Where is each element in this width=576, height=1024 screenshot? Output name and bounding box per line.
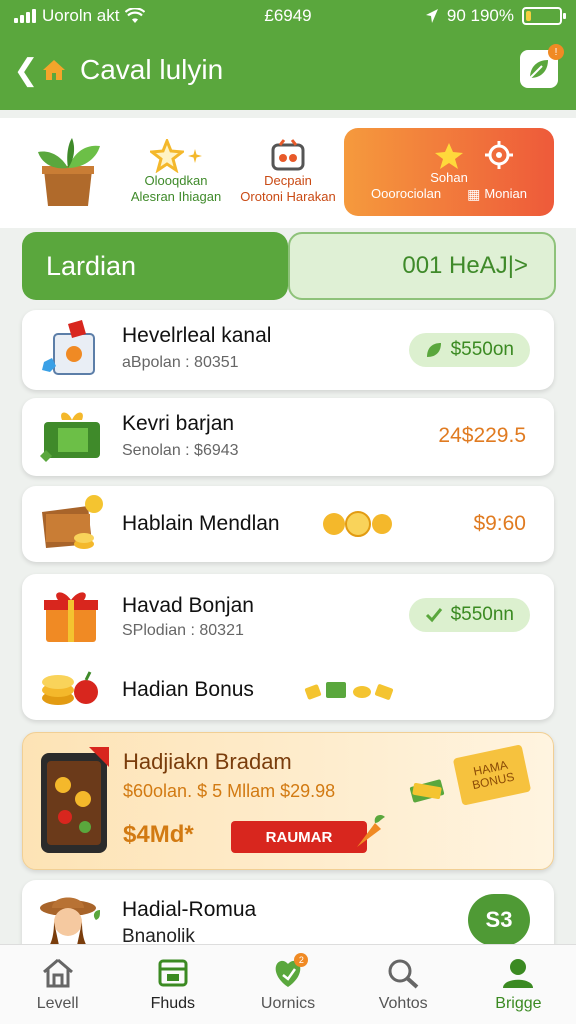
wifi-icon <box>125 8 146 23</box>
item-name-secondary: Hadian Bonus <box>122 678 254 701</box>
notification-dot: ! <box>548 44 564 60</box>
segment-control: Lardian 001 HeAJ|> <box>22 232 556 300</box>
back-button[interactable]: ❮ <box>0 44 80 96</box>
bonus-ticket: HAMA BONUS <box>452 744 532 806</box>
promo-title: Hadjiakn Bradam <box>123 749 292 774</box>
promo-button[interactable]: RAUMAR <box>231 821 367 853</box>
tab-label: Vohtos <box>378 994 428 1012</box>
list-item[interactable]: Havad Bonjan SPlodian : 80321 $550nn Had… <box>22 574 554 720</box>
tab-label: Uornics <box>260 994 316 1012</box>
home-icon <box>42 958 73 987</box>
gift-box-icon <box>38 320 104 380</box>
category-stars[interactable]: Olooqdkan Alesran Ihiagan <box>122 128 230 216</box>
category-stars-line1: Olooqdkan <box>144 173 208 188</box>
item-amount-pill[interactable]: $550nn <box>408 598 530 632</box>
segment-left[interactable]: Lardian <box>22 232 288 300</box>
store-icon <box>158 959 188 986</box>
status-bar: Uoroln akt £6949 90 190% <box>14 6 566 26</box>
cash-icon <box>409 779 445 803</box>
star-icon <box>150 139 184 173</box>
tab-label: Levell <box>36 994 79 1012</box>
category-featured-line1: Sohan <box>430 170 468 185</box>
bonus-tokens-icon <box>304 678 396 704</box>
category-featured[interactable]: Sohan Ooorociolan ▦ Monian <box>344 128 554 216</box>
target-icon <box>485 141 513 169</box>
category-strip: Olooqdkan Alesran Ihiagan Decpain Oroton… <box>0 118 576 228</box>
promo-price: $4Md* <box>123 821 194 848</box>
search-icon <box>388 959 419 988</box>
tab-label: Fhuds <box>150 994 196 1012</box>
segment-right[interactable]: 001 HeAJ|> <box>288 232 556 300</box>
coins-apple-icon <box>38 668 104 708</box>
list-item[interactable]: Hevelrleal kanal aBpolan : 80351 $550on <box>22 310 554 390</box>
item-amount-pill[interactable]: $550on <box>408 333 530 367</box>
item-name: Hablain Mendlan <box>122 512 280 535</box>
item-name: Kevri barjan <box>122 412 235 435</box>
item-name: Hadial-Romua <box>122 898 257 921</box>
leaf-icon <box>529 60 548 79</box>
chevron-left-icon: ❮ <box>13 53 39 87</box>
plant-box-icon <box>38 138 100 206</box>
item-amount: $550on <box>450 339 514 360</box>
item-name: Havad Bonjan <box>122 594 254 617</box>
user-icon <box>503 958 534 988</box>
tab-funds[interactable]: Fhuds <box>115 945 230 1024</box>
category-decor-line1: Decpain <box>264 173 312 188</box>
signal-icon <box>14 9 36 23</box>
tab-bridge[interactable]: Brigge <box>461 945 576 1024</box>
decor-icon <box>271 139 305 171</box>
gift-icon <box>38 586 104 646</box>
tablet-game-icon <box>41 747 109 853</box>
item-amount: $550nn <box>450 604 514 625</box>
category-plants[interactable] <box>18 128 118 216</box>
calendar-icon: ▦ <box>467 186 481 202</box>
list-item[interactable]: Kevri barjan Senolan : $6943 24$229.5 <box>22 398 554 476</box>
farmer-avatar-icon <box>40 897 100 950</box>
promo-details: $60olan. $ 5 Mllam $29.98 <box>123 781 336 801</box>
battery-percent: 90 190% <box>446 6 514 25</box>
nav-bar: ❮ Caval lulyin ! <box>0 44 576 96</box>
bottom-nav: Levell Fhuds 2 Uornics Vohtos Brigge <box>0 944 576 1024</box>
item-sub: Senolan : $6943 <box>122 442 239 459</box>
category-decor-line2: Orotoni Harakan <box>240 189 336 204</box>
coins-icon <box>322 510 394 538</box>
sparkle-icon <box>188 149 202 163</box>
item-badge[interactable]: S3 <box>468 894 530 946</box>
category-featured-extra: Monian <box>484 186 527 201</box>
item-sub: aBpolan : 80351 <box>122 354 239 371</box>
category-stars-line2: Alesran Ihiagan <box>130 189 222 204</box>
leaf-icon <box>426 343 441 357</box>
check-icon <box>425 608 442 623</box>
home-icon <box>42 60 65 80</box>
tab-monics[interactable]: 2 Uornics <box>230 945 345 1024</box>
item-price: 24$229.5 <box>438 424 526 447</box>
app-header: Uoroln akt £6949 90 190% ❮ Caval lulyin … <box>0 0 576 110</box>
edit-button[interactable]: ! <box>520 44 564 88</box>
category-featured-line2: Ooorociolan <box>371 186 442 201</box>
carrier-name: Uoroln akt <box>42 6 120 25</box>
list-item[interactable]: Hablain Mendlan $9:60 <box>22 486 554 562</box>
notification-dot: 2 <box>294 953 309 967</box>
money-gift-icon <box>38 406 104 466</box>
item-sub: SPlodian : 80321 <box>122 622 244 639</box>
wallet-coins-icon <box>38 492 104 552</box>
category-decor[interactable]: Decpain Orotoni Harakan <box>236 128 340 216</box>
tab-label: Brigge <box>495 994 542 1012</box>
promo-banner[interactable]: Hadjiakn Bradam $60olan. $ 5 Mllam $29.9… <box>22 732 554 870</box>
location-icon <box>425 9 438 23</box>
item-name: Hevelrleal kanal <box>122 324 272 347</box>
star-icon <box>435 143 463 169</box>
battery-icon <box>522 7 566 25</box>
tab-votes[interactable]: Vohtos <box>346 945 461 1024</box>
tab-level[interactable]: Levell <box>0 945 115 1024</box>
item-price: $9:60 <box>473 512 526 535</box>
page-title: Caval lulyin <box>80 54 224 85</box>
vegetables-icon <box>357 815 385 847</box>
